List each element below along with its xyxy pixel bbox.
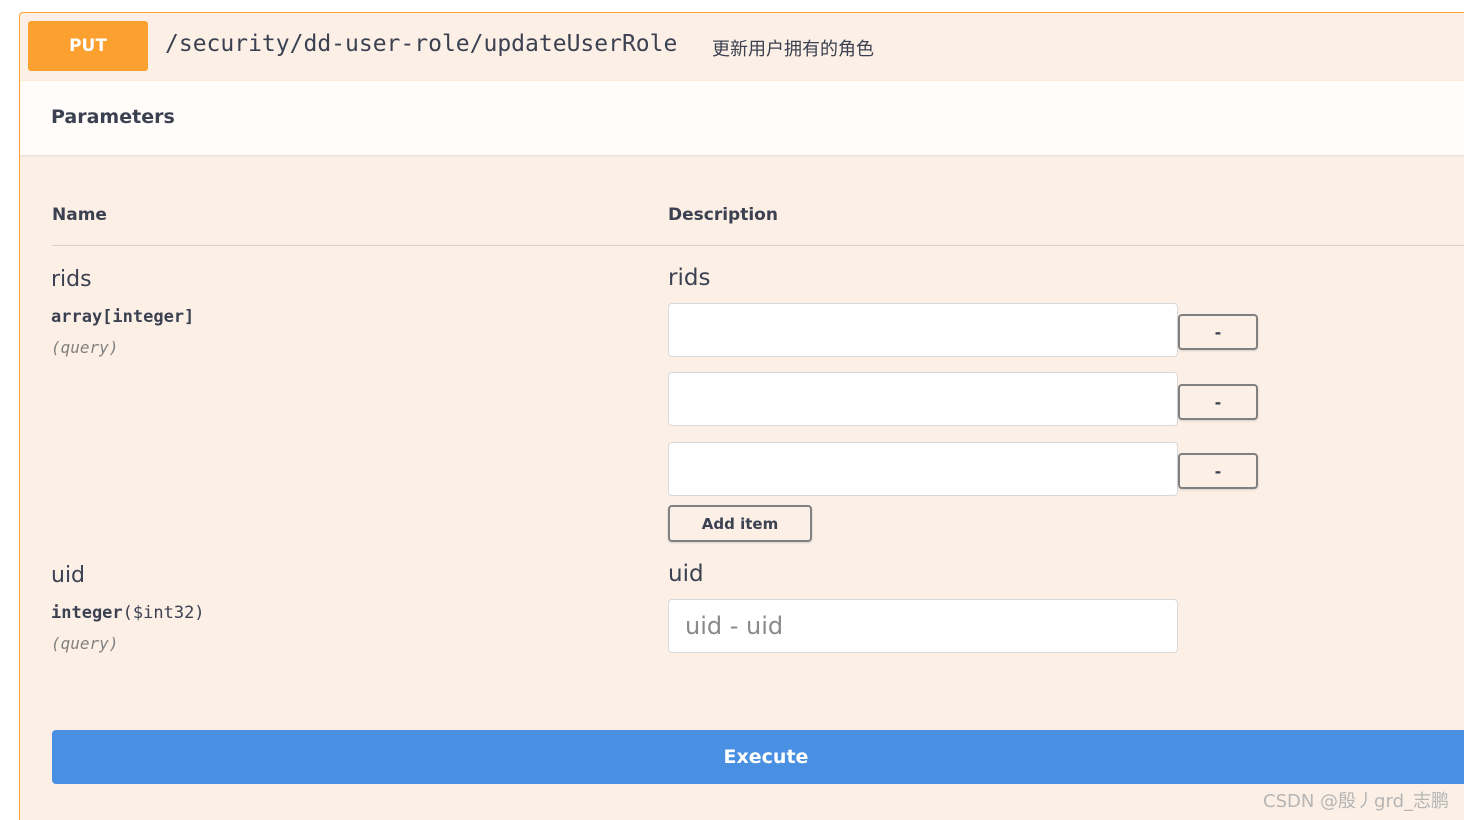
uid-input[interactable] xyxy=(668,599,1178,653)
http-method-badge: PUT xyxy=(28,21,148,71)
rids-item-input-3[interactable] xyxy=(668,442,1178,496)
execute-button[interactable]: Execute xyxy=(52,730,1464,784)
parameters-title: Parameters xyxy=(51,106,175,128)
param-location-rids: (query) xyxy=(51,338,119,357)
rids-item-input-2[interactable] xyxy=(668,372,1178,426)
rids-remove-item-button-1[interactable]: - xyxy=(1178,314,1258,350)
rids-item-input-1[interactable] xyxy=(668,303,1178,357)
endpoint-summary: 更新用户拥有的角色 xyxy=(712,39,874,60)
table-header-divider xyxy=(52,245,1464,246)
rids-remove-item-button-2[interactable]: - xyxy=(1178,384,1258,420)
put-operation-block: PUT /security/dd-user-role/updateUserRol… xyxy=(19,12,1464,820)
rids-remove-item-button-3[interactable]: - xyxy=(1178,453,1258,489)
operation-summary[interactable]: PUT /security/dd-user-role/updateUserRol… xyxy=(20,13,1464,81)
parameters-section-header: Parameters xyxy=(20,80,1464,155)
param-label-uid: uid xyxy=(668,561,704,587)
param-location-uid: (query) xyxy=(51,634,119,653)
csdn-watermark: CSDN @殷丿grd_志鹏 xyxy=(1263,791,1449,812)
param-type-uid-base: integer xyxy=(51,603,123,623)
param-name-rids: rids xyxy=(51,267,92,292)
column-header-name: Name xyxy=(52,205,107,225)
endpoint-path: /security/dd-user-role/updateUserRole xyxy=(165,31,678,57)
param-format-uid: ($int32) xyxy=(122,603,205,623)
param-label-rids: rids xyxy=(668,265,711,291)
param-type-rids: array[integer] xyxy=(51,307,195,327)
column-header-description: Description xyxy=(668,205,778,225)
rids-add-item-button[interactable]: Add item xyxy=(668,505,812,542)
param-type-uid: integer($int32) xyxy=(51,603,205,623)
param-name-uid: uid xyxy=(51,563,86,588)
